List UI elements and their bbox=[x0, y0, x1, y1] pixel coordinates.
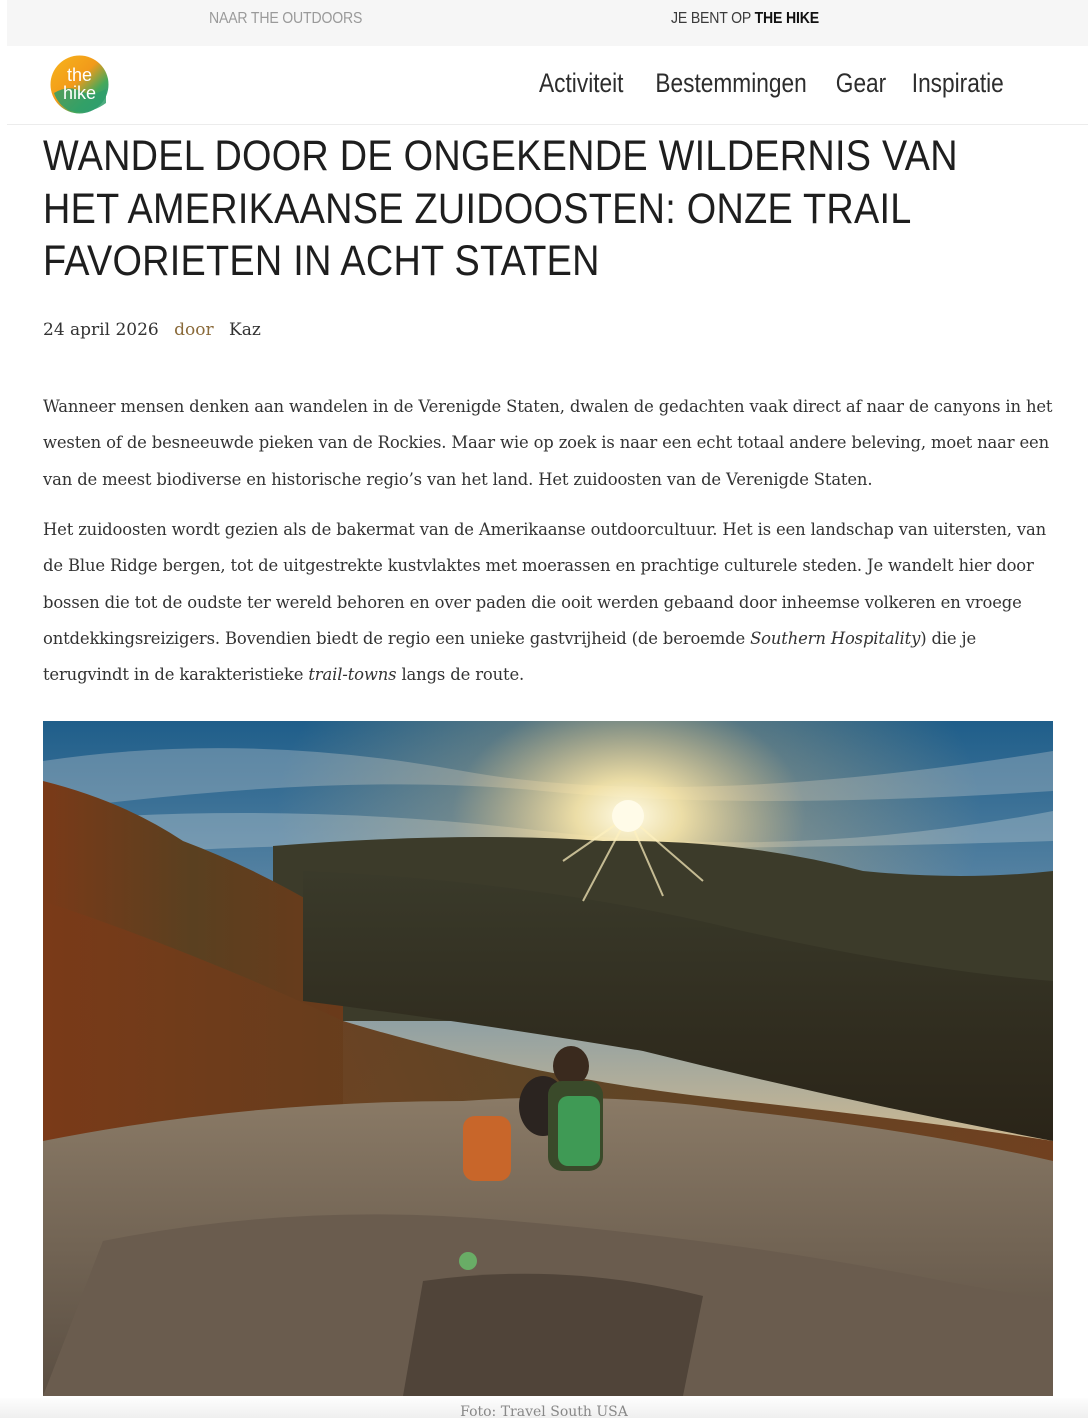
nav-bestemmingen[interactable]: Bestemmingen bbox=[656, 68, 807, 99]
hero-image[interactable] bbox=[43, 721, 1053, 1396]
article-paragraph-2: Het zuidoosten wordt gezien als de baker… bbox=[43, 512, 1058, 693]
image-caption: Foto: Travel South USA bbox=[460, 1404, 628, 1418]
current-site-prefix: JE BENT OP bbox=[671, 10, 755, 27]
nav-inspiratie[interactable]: Inspiratie bbox=[912, 68, 1004, 99]
paragraph-2-emphasis-southern-hospitality: Southern Hospitality bbox=[750, 628, 921, 648]
paragraph-2-emphasis-trail-towns: trail-towns bbox=[308, 665, 397, 685]
main-navigation: Activiteit Bestemmingen Gear Inspiratie bbox=[531, 68, 1013, 99]
article-title: WANDEL DOOR DE ONGEKENDE WILDERNIS VAN H… bbox=[43, 132, 958, 285]
hero-landscape-image bbox=[43, 721, 1053, 1396]
current-site-name: THE HIKE bbox=[754, 10, 819, 27]
nav-activiteit[interactable]: Activiteit bbox=[539, 68, 623, 99]
logo-icon: the hike bbox=[50, 55, 109, 114]
author-name[interactable]: Kaz bbox=[229, 320, 261, 340]
svg-text:hike: hike bbox=[63, 83, 96, 103]
top-utility-bar: NAAR THE OUTDOORS JE BENT OP THE HIKE bbox=[7, 0, 1088, 46]
publish-date: 24 april 2026 bbox=[43, 320, 159, 340]
article-meta: 24 april 2026 door Kaz bbox=[43, 320, 261, 340]
paragraph-2-text-c: langs de route. bbox=[396, 665, 525, 685]
current-site-indicator: JE BENT OP THE HIKE bbox=[671, 10, 819, 28]
svg-text:the: the bbox=[67, 65, 92, 85]
site-header: the hike Activiteit Bestemmingen Gear In… bbox=[7, 46, 1088, 125]
nav-gear[interactable]: Gear bbox=[836, 68, 886, 99]
naar-the-outdoors-link[interactable]: NAAR THE OUTDOORS bbox=[209, 10, 362, 28]
by-label: door bbox=[174, 320, 214, 340]
article-paragraph-1: Wanneer mensen denken aan wandelen in de… bbox=[43, 397, 1053, 489]
the-hike-logo[interactable]: the hike bbox=[50, 55, 109, 114]
